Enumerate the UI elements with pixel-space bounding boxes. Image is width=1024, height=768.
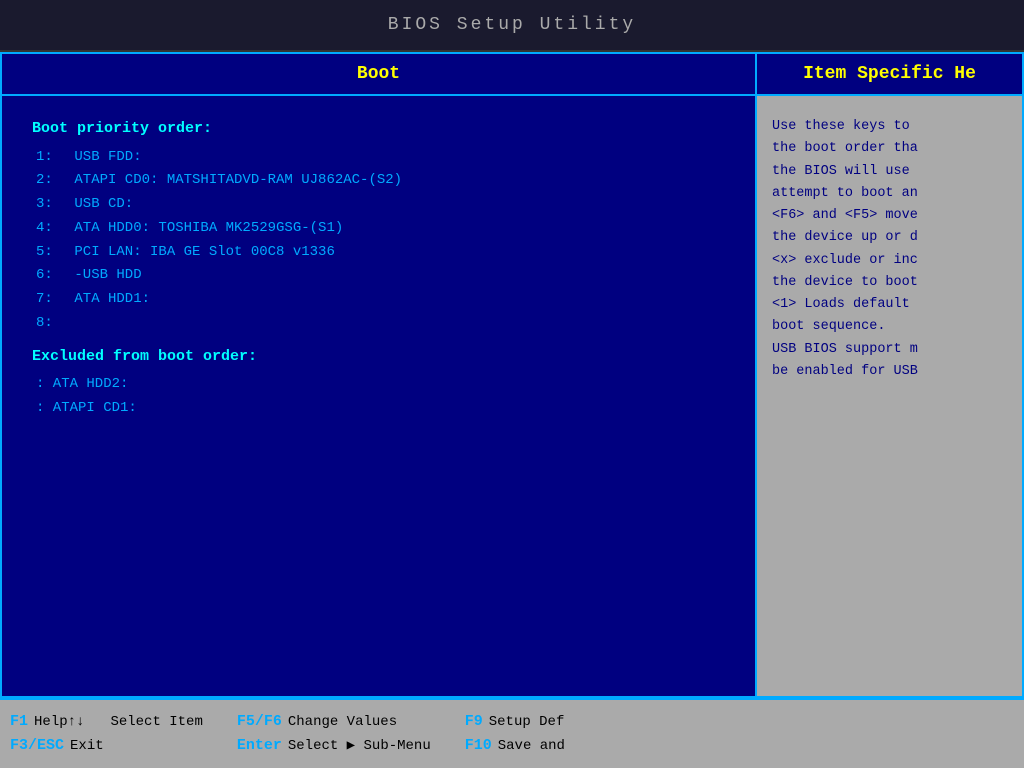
- footer-f9-section: F9 Setup Def F10 Save and: [465, 710, 585, 758]
- enter-desc: Select ▶ Sub-Menu: [288, 735, 431, 757]
- f10-key: F10: [465, 734, 492, 758]
- header-help: Item Specific He: [757, 54, 1022, 94]
- boot-item: 5: PCI LAN: IBA GE Slot 00C8 v1336: [32, 241, 725, 265]
- f10-desc: Save and: [498, 735, 565, 757]
- header-boot: Boot: [2, 54, 757, 94]
- boot-item: 1: USB FDD:: [32, 146, 725, 170]
- f9-desc: Setup Def: [489, 711, 565, 733]
- f3-desc: Exit: [70, 735, 104, 757]
- excluded-item: : ATAPI CD1:: [32, 397, 725, 421]
- f5f6-key: F5/F6: [237, 710, 282, 734]
- f1-key: F1: [10, 710, 28, 734]
- excluded-items-list: : ATA HDD2:: ATAPI CD1:: [32, 373, 725, 421]
- help-text: Use these keys tothe boot order thathe B…: [772, 116, 1007, 383]
- content-row: Boot priority order: 1: USB FDD:2: ATAPI…: [2, 96, 1022, 696]
- f1-desc2: Select Item: [110, 711, 202, 733]
- excluded-title: Excluded from boot order:: [32, 344, 725, 370]
- footer-f10-row: F10 Save and: [465, 734, 585, 758]
- footer-f3-row: F3/ESC Exit: [10, 734, 223, 758]
- left-panel: Boot priority order: 1: USB FDD:2: ATAPI…: [2, 96, 757, 696]
- footer-bar: F1 Help↑↓ Select Item F3/ESC Exit F5/F6 …: [0, 698, 1024, 768]
- bios-title: BIOS Setup Utility: [388, 15, 636, 35]
- top-bar: BIOS Setup Utility: [0, 0, 1024, 52]
- excluded-item: : ATA HDD2:: [32, 373, 725, 397]
- footer-f5f6-row: F5/F6 Change Values: [237, 710, 451, 734]
- boot-item: 8:: [32, 312, 725, 336]
- footer-f1-row1: F1 Help↑↓ Select Item: [10, 710, 223, 734]
- boot-items-list: 1: USB FDD:2: ATAPI CD0: MATSHITADVD-RAM…: [32, 146, 725, 336]
- enter-key: Enter: [237, 734, 282, 758]
- footer-f9-row: F9 Setup Def: [465, 710, 585, 734]
- f5f6-desc: Change Values: [288, 711, 397, 733]
- f3-key: F3/ESC: [10, 734, 64, 758]
- main-area: Boot Item Specific He Boot priority orde…: [0, 52, 1024, 698]
- f9-key: F9: [465, 710, 483, 734]
- footer-f5f6-section: F5/F6 Change Values Enter Select ▶ Sub-M…: [237, 710, 451, 758]
- boot-priority-title: Boot priority order:: [32, 116, 725, 142]
- boot-item: 4: ATA HDD0: TOSHIBA MK2529GSG-(S1): [32, 217, 725, 241]
- header-row: Boot Item Specific He: [2, 54, 1022, 96]
- boot-item: 6: -USB HDD: [32, 264, 725, 288]
- footer-enter-row: Enter Select ▶ Sub-Menu: [237, 734, 451, 758]
- f1-desc1: Help↑↓: [34, 711, 84, 733]
- footer-f1-section: F1 Help↑↓ Select Item F3/ESC Exit: [10, 710, 223, 758]
- boot-item: 2: ATAPI CD0: MATSHITADVD-RAM UJ862AC-(S…: [32, 169, 725, 193]
- boot-item: 3: USB CD:: [32, 193, 725, 217]
- boot-item: 7: ATA HDD1:: [32, 288, 725, 312]
- right-panel: Use these keys tothe boot order thathe B…: [757, 96, 1022, 696]
